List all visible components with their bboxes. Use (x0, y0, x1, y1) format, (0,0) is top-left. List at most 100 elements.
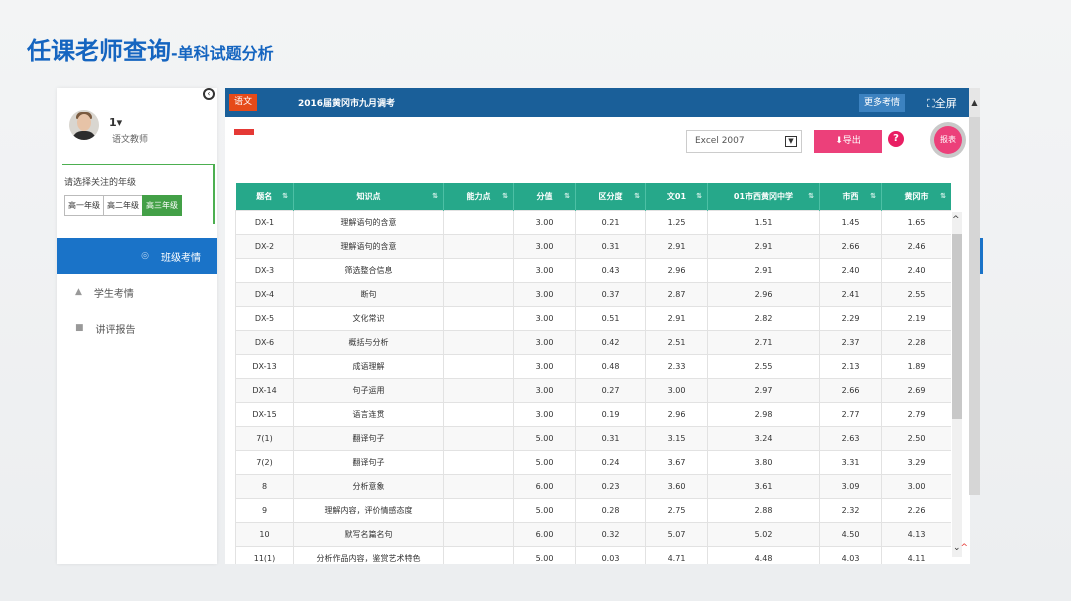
table-cell (443, 257, 514, 283)
column-header[interactable]: 市西 ⇅ (819, 183, 882, 210)
subject-badge[interactable]: 语文 (229, 94, 258, 111)
table-cell: 成语理解 (293, 353, 444, 379)
chevron-up-icon[interactable]: ^ (952, 215, 960, 225)
grade-tab[interactable]: 高三年级 (142, 195, 182, 216)
table-cell: 2.91 (645, 305, 708, 331)
table-cell: 2.26 (881, 497, 951, 523)
table-cell: 2.40 (819, 257, 882, 283)
sort-icon[interactable]: ⇅ (808, 192, 814, 200)
table-cell: 默写名篇名句 (293, 521, 444, 547)
table-row: DX-13 成语理解 3.00 0.48 2.33 2.55 2.13 1.89 (235, 353, 951, 379)
table-cell (443, 425, 514, 451)
table-cell: 3.31 (819, 449, 882, 475)
sidebar-item-label: 讲评报告 (95, 324, 136, 336)
user-name[interactable]: 1▾ (109, 116, 122, 129)
table-cell: 筛选整合信息 (293, 257, 444, 283)
table-cell: 5.00 (513, 545, 576, 564)
table-cell: DX-2 (235, 233, 294, 259)
fullscreen-button[interactable]: ⛶全屏 (927, 95, 957, 111)
grade-selector: 请选择关注的年级 高一年级 高二年级 高三年级 (62, 164, 215, 224)
table-cell: DX-1 (235, 209, 294, 235)
table-cell: 3.24 (707, 425, 820, 451)
table-cell: 2.32 (819, 497, 882, 523)
table-cell: 2.98 (707, 401, 820, 427)
table-row: DX-14 句子运用 3.00 0.27 3.00 2.97 2.66 2.69 (235, 377, 951, 403)
column-header[interactable]: 能力点 ⇅ (443, 183, 514, 210)
table-cell: 2.33 (645, 353, 708, 379)
table-cell: 2.96 (707, 281, 820, 307)
column-header[interactable]: 01市西黄冈中学 ⇅ (707, 183, 820, 210)
table-cell: 2.88 (707, 497, 820, 523)
table-row: 7(2) 翻译句子 5.00 0.24 3.67 3.80 3.31 3.29 (235, 449, 951, 475)
sort-icon[interactable]: ⇅ (502, 192, 508, 200)
table-cell: 0.48 (575, 353, 646, 379)
table-cell: 分析作品内容，鉴赏艺术特色 (293, 545, 444, 564)
table-cell: 3.00 (513, 233, 576, 259)
red-marker (234, 129, 254, 135)
collapse-icon[interactable]: ‹ (203, 88, 215, 100)
grade-tabs: 高一年级 高二年级 高三年级 (64, 195, 182, 216)
help-icon[interactable]: ? (888, 131, 904, 147)
export-format-select[interactable]: Excel 2007 ▼ (686, 130, 802, 153)
table-cell: 2.19 (881, 305, 951, 331)
sort-icon[interactable]: ⇅ (696, 192, 702, 200)
grade-tab[interactable]: 高一年级 (64, 195, 104, 216)
sidebar-item[interactable]: ■ 讲评报告 (57, 310, 217, 346)
sidebar-item[interactable]: ◎ 班级考情 (57, 238, 217, 274)
users-icon: ◎ (141, 251, 149, 261)
table-cell: 9 (235, 497, 294, 523)
table-cell: 1.89 (881, 353, 951, 379)
table-cell: 1.51 (707, 209, 820, 235)
page-title-main: 任课老师查询 (27, 37, 171, 65)
table-cell: 2.71 (707, 329, 820, 355)
table-cell: 4.03 (819, 545, 882, 564)
outer-scrollbar[interactable] (969, 117, 980, 495)
table-cell: 0.37 (575, 281, 646, 307)
grade-tab[interactable]: 高二年级 (103, 195, 143, 216)
sort-icon[interactable]: ⇅ (432, 192, 438, 200)
table-cell: 2.87 (645, 281, 708, 307)
table-cell (443, 497, 514, 523)
table-cell: 2.28 (881, 329, 951, 355)
sort-icon[interactable]: ⇅ (634, 192, 640, 200)
table-cell: 2.41 (819, 281, 882, 307)
table-row: DX-2 理解语句的含意 3.00 0.31 2.91 2.91 2.66 2.46 (235, 233, 951, 259)
table-cell: 3.67 (645, 449, 708, 475)
export-button[interactable]: ⬇导出 (814, 130, 882, 153)
more-exams-button[interactable]: 更多考情 (859, 94, 906, 112)
table-cell (443, 377, 514, 403)
column-header[interactable]: 分值 ⇅ (513, 183, 576, 210)
sidebar-item[interactable]: ▲ 学生考情 (57, 274, 217, 310)
table-cell: 7(2) (235, 449, 294, 475)
table-cell: DX-4 (235, 281, 294, 307)
table-row: 11(1) 分析作品内容，鉴赏艺术特色 5.00 0.03 4.71 4.48 4.03 4.… (235, 545, 951, 564)
table-cell: DX-5 (235, 305, 294, 331)
scroll-up-icon[interactable]: ▲ (969, 88, 980, 117)
table-row: DX-15 语言连贯 3.00 0.19 2.96 2.98 2.77 2.79 (235, 401, 951, 427)
table-cell: 3.00 (513, 401, 576, 427)
column-header[interactable]: 文01 ⇅ (645, 183, 708, 210)
scrollbar-thumb[interactable] (952, 234, 962, 419)
sort-icon[interactable]: ⇅ (564, 192, 570, 200)
report-button[interactable]: 报表 (930, 122, 966, 158)
table-cell: 0.27 (575, 377, 646, 403)
scroll-arrows[interactable]: ⌄^ (953, 543, 968, 553)
table-scrollbar[interactable] (952, 212, 962, 557)
column-header[interactable]: 区分度 ⇅ (575, 183, 646, 210)
table-cell: DX-15 (235, 401, 294, 427)
table-cell: 4.11 (881, 545, 951, 564)
table-cell: 8 (235, 473, 294, 499)
table-header: 题名 ⇅ 知识点 ⇅ 能力点 ⇅ 分值 ⇅ 区分度 ⇅ 文01 ⇅ 01市西黄冈中学 ⇅ 市西 ⇅ 黄冈市 ⇅ (235, 183, 951, 210)
sort-icon[interactable]: ⇅ (870, 192, 876, 200)
table-cell (443, 233, 514, 259)
column-header[interactable]: 题名 ⇅ (235, 183, 294, 210)
column-header[interactable]: 黄冈市 ⇅ (881, 183, 951, 210)
table-cell: 6.00 (513, 473, 576, 499)
sort-icon[interactable]: ⇅ (282, 192, 288, 200)
table-cell: 1.25 (645, 209, 708, 235)
table-cell: 概括与分析 (293, 329, 444, 355)
table-cell: 0.43 (575, 257, 646, 283)
sort-icon[interactable]: ⇅ (940, 192, 946, 200)
table-cell: 0.32 (575, 521, 646, 547)
column-header[interactable]: 知识点 ⇅ (293, 183, 444, 210)
